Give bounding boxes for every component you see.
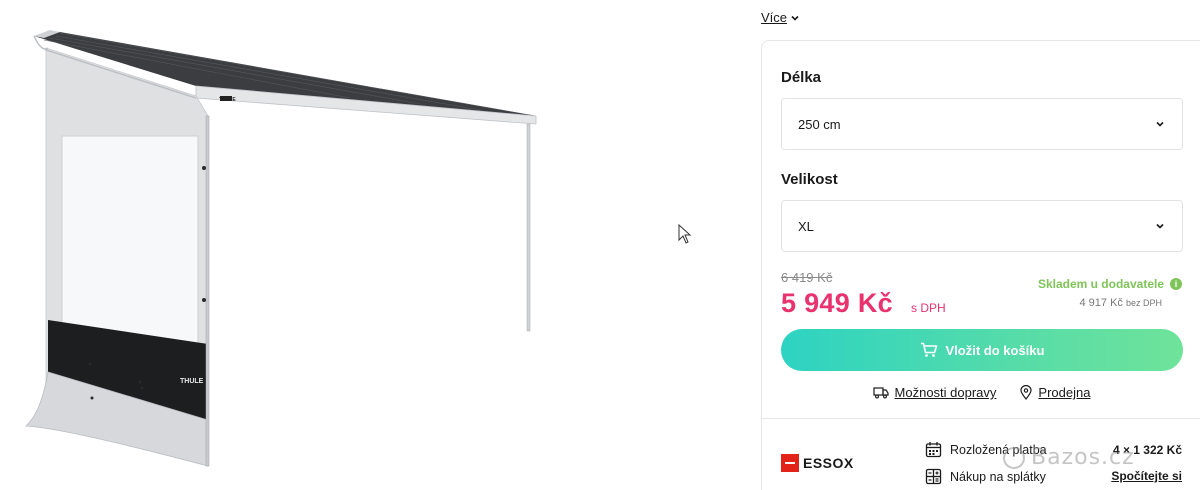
store-label: Prodejna [1038, 385, 1091, 400]
current-price: 5 949 Kč [781, 288, 893, 318]
thule-logo-small: THULE [219, 97, 236, 103]
essox-mark-icon [781, 454, 799, 472]
truck-icon [872, 387, 889, 399]
shipping-options-link[interactable]: Možnosti dopravy [872, 385, 997, 400]
installment-label: Rozložená platba [950, 442, 1047, 457]
old-price: 6 419 Kč [781, 270, 833, 285]
mouse-cursor-icon [678, 224, 692, 244]
purchase-card: Délka 250 cm Velikost XL 6 419 Kč 5 949 … [761, 40, 1200, 490]
size-label: Velikost [781, 171, 838, 188]
size-select[interactable]: XL [781, 200, 1183, 252]
chevron-down-icon [791, 15, 799, 21]
product-image-area: THULE THULE [0, 0, 760, 490]
net-price-suffix: bez DPH [1125, 298, 1162, 308]
price-vat-label: s DPH [911, 301, 946, 315]
length-label: Délka [781, 69, 822, 86]
chevron-down-icon [1156, 121, 1164, 127]
more-link-label: Více [761, 10, 788, 25]
size-select-value: XL [798, 218, 814, 234]
installment-row: Rozložená platba [925, 441, 1047, 458]
length-select-value: 250 cm [798, 116, 841, 132]
length-select[interactable]: 250 cm [781, 98, 1183, 150]
thule-logo-band: THULE [180, 378, 204, 385]
map-pin-icon [1020, 385, 1033, 400]
calendar-icon [925, 442, 942, 458]
loan-label: Nákup na splátky [950, 469, 1046, 484]
essox-brand: ESSOX [803, 455, 854, 471]
product-panel: Více Délka 250 cm Velikost XL 6 419 Kč 5… [761, 0, 1200, 490]
product-image[interactable]: THULE THULE [20, 28, 550, 473]
stock-status-label: Skladem u dodavatele [1037, 277, 1164, 291]
cart-icon [920, 342, 937, 357]
store-link[interactable]: Prodejna [1020, 385, 1090, 400]
divider [762, 418, 1200, 419]
add-to-cart-label: Vložit do košíku [945, 342, 1045, 358]
essox-logo: ESSOX [781, 454, 854, 472]
shipping-options-label: Možnosti dopravy [894, 385, 997, 400]
chevron-down-icon [1156, 223, 1164, 229]
net-price-value: 4 917 Kč [1079, 297, 1123, 309]
info-links: Možnosti dopravy Prodejna [762, 385, 1200, 400]
calculate-link[interactable]: Spočítejte si [1111, 469, 1182, 483]
stock-status: Skladem u dodavatele i [1038, 277, 1182, 291]
add-to-cart-button[interactable]: Vložit do košíku [781, 329, 1183, 371]
info-icon[interactable]: i [1170, 278, 1182, 290]
loan-row: Nákup na splátky [925, 468, 1046, 485]
more-link[interactable]: Více [761, 10, 800, 25]
calculator-icon [925, 468, 942, 485]
installment-value: 4 × 1 322 Kč [1112, 443, 1182, 457]
net-price: 4 917 Kč bez DPH [1080, 297, 1163, 309]
